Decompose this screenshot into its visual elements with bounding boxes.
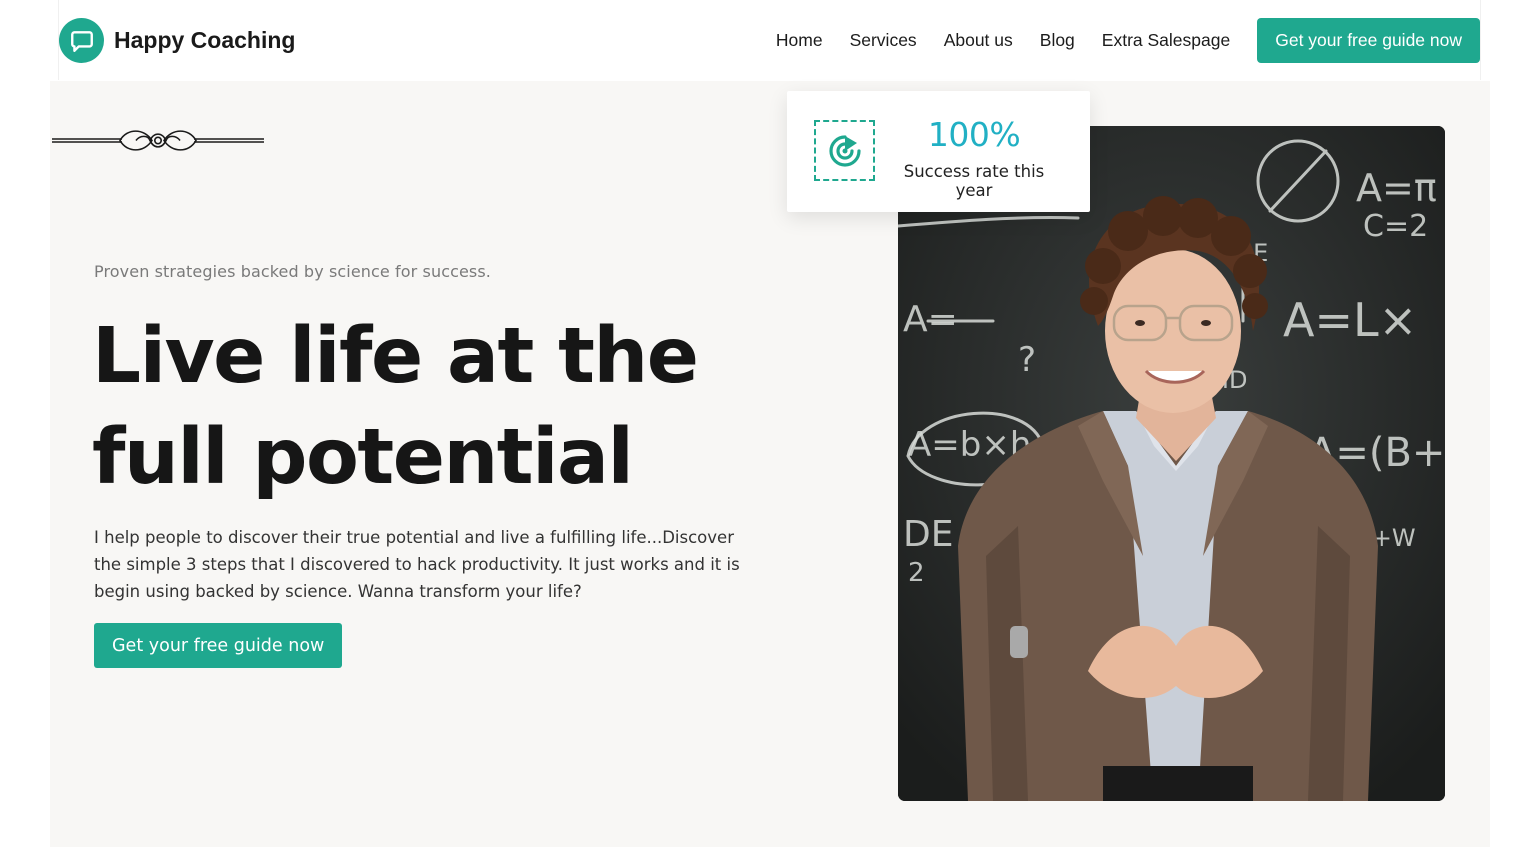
- hero-tagline: Proven strategies backed by science for …: [94, 262, 491, 281]
- nav-item-extra-salespage[interactable]: Extra Salespage: [1102, 30, 1230, 51]
- chalk-text: 2: [908, 558, 925, 588]
- stat-label: Success rate this year: [903, 162, 1045, 200]
- chalk-text: A=π: [1356, 166, 1437, 210]
- coach-photo: A=π C=2 CLE A=L× OID A=b×h A=(B+ DE W+W …: [898, 126, 1445, 801]
- decorative-flourish-icon: [52, 130, 264, 151]
- chalk-text: A=: [903, 299, 958, 340]
- nav-item-blog[interactable]: Blog: [1040, 30, 1075, 51]
- hero-headline: Live life at the full potential: [92, 306, 712, 508]
- hero-cta-button[interactable]: Get your free guide now: [94, 623, 343, 668]
- chalk-text: ?: [1018, 340, 1036, 380]
- main-nav: Home Services About us Blog Extra Salesp…: [776, 18, 1480, 63]
- chalk-text: DE: [903, 514, 953, 555]
- hero-section: Proven strategies backed by science for …: [50, 81, 1490, 847]
- headline-line-1: Live life at the: [92, 312, 699, 401]
- target-icon: [814, 120, 875, 181]
- headline-line-2: full potential: [92, 413, 634, 502]
- site-header: Happy Coaching Home Services About us Bl…: [58, 0, 1481, 80]
- nav-item-about-us[interactable]: About us: [944, 30, 1013, 51]
- success-stat-card: 100% Success rate this year: [787, 91, 1090, 212]
- brand-name: Happy Coaching: [114, 27, 296, 53]
- nav-item-services[interactable]: Services: [850, 30, 917, 51]
- stat-value: 100%: [927, 115, 1021, 154]
- chalk-text: A=L×: [1283, 293, 1417, 347]
- chalk-text: C=2: [1363, 209, 1428, 244]
- brand-logo[interactable]: Happy Coaching: [59, 18, 295, 63]
- hero-intro: I help people to discover their true pot…: [94, 528, 740, 601]
- header-cta-button[interactable]: Get your free guide now: [1257, 18, 1480, 63]
- chat-bubble-icon: [59, 18, 104, 63]
- nav-item-home[interactable]: Home: [776, 30, 823, 51]
